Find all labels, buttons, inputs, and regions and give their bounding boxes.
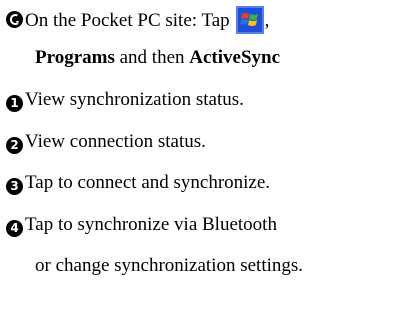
and-then-text: and then xyxy=(114,47,190,68)
intro-comma: , xyxy=(264,10,270,31)
intro-prefix: On the Pocket PC site: Tap xyxy=(25,10,230,31)
instruction-page: On the Pocket PC site: Tap , Programs an… xyxy=(0,0,413,331)
windows-start-icon xyxy=(235,6,264,34)
step-3: 3 Tap to connect and synchronize. xyxy=(6,172,271,195)
step-text-2: View connection status. xyxy=(25,131,206,152)
intro-line-2: Programs and then ActiveSync xyxy=(35,47,280,69)
step-marker-3: 3 xyxy=(6,178,23,195)
intro-line-1: On the Pocket PC site: Tap , xyxy=(6,6,270,34)
circled-arrow-icon xyxy=(6,11,23,28)
continuation-text: or change synchronization settings. xyxy=(35,255,304,276)
step-marker-2: 2 xyxy=(6,137,23,154)
activesync-label: ActiveSync xyxy=(189,47,281,68)
step-2: 2 View connection status. xyxy=(6,131,206,154)
step-4: 4 Tap to synchronize via Bluetooth xyxy=(6,214,277,237)
step-text-1: View synchronization status. xyxy=(25,89,244,110)
step-marker-4: 4 xyxy=(6,220,23,237)
step-marker-1: 1 xyxy=(6,95,23,112)
step-4-continuation: or change synchronization settings. xyxy=(35,255,303,277)
step-1: 1 View synchronization status. xyxy=(6,89,244,112)
step-text-4: Tap to synchronize via Bluetooth xyxy=(25,214,277,235)
programs-label: Programs xyxy=(35,47,115,68)
step-text-3: Tap to connect and synchronize. xyxy=(25,172,271,193)
